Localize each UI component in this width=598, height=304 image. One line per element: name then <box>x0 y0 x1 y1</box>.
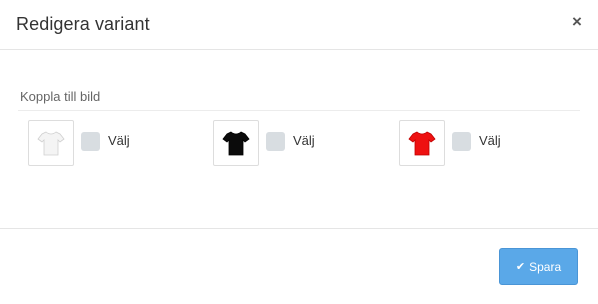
select-checkbox[interactable] <box>81 132 100 151</box>
select-checkbox-label: Välj <box>293 133 315 148</box>
tshirt-black-icon <box>222 131 250 156</box>
checkmark-icon: ✔ <box>515 261 526 273</box>
tshirt-red-icon <box>408 131 436 156</box>
select-checkbox-label: Välj <box>108 133 130 148</box>
modal-title: Redigera variant <box>16 14 150 34</box>
select-checkbox[interactable] <box>266 132 285 151</box>
tshirt-thumbnail[interactable] <box>399 120 445 166</box>
tshirt-white-icon <box>37 131 65 156</box>
tshirt-thumbnail[interactable] <box>28 120 74 166</box>
select-checkbox[interactable] <box>452 132 471 151</box>
close-icon[interactable]: × <box>568 12 586 32</box>
save-button[interactable]: ✔ Spara <box>499 248 578 285</box>
modal-body: Koppla till bild Välj Välj Välj <box>0 50 598 228</box>
section-divider <box>18 110 580 111</box>
edit-variant-modal: Redigera variant × Koppla till bild Välj… <box>0 0 598 304</box>
tshirt-thumbnail[interactable] <box>213 120 259 166</box>
modal-footer: ✔ Spara <box>0 228 598 304</box>
modal-header: Redigera variant × <box>0 0 598 50</box>
save-button-label: Spara <box>529 259 562 274</box>
select-checkbox-label: Välj <box>479 133 501 148</box>
link-to-image-label: Koppla till bild <box>20 89 101 104</box>
